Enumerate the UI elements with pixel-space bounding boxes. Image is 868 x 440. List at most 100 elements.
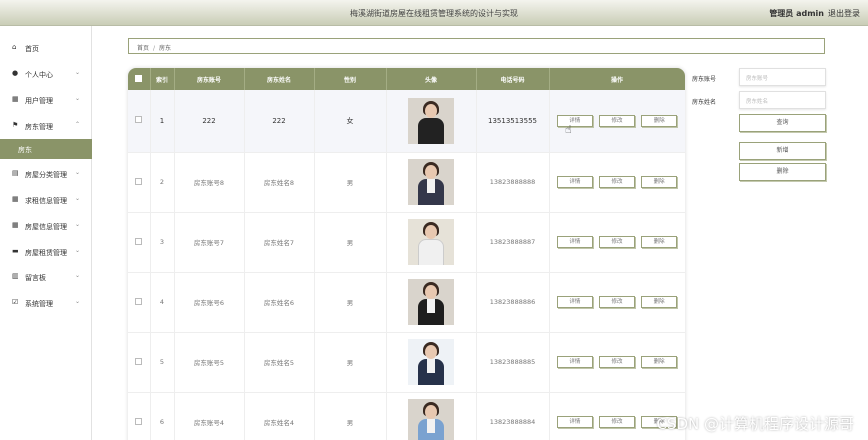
row-index: 5 xyxy=(150,332,175,393)
sidebar-item-landlord-management[interactable]: ⚑ 房东管理 ⌃ xyxy=(0,116,92,136)
query-button[interactable]: 查询 xyxy=(739,114,826,132)
sidebar-item-house-category[interactable]: ▤ 房屋分类管理 ⌄ xyxy=(0,164,92,184)
column-header: 头像 xyxy=(386,68,477,90)
delete-button[interactable]: 删除 xyxy=(641,296,678,308)
sidebar-item-house-info[interactable]: ▦ 房屋信息管理 ⌄ xyxy=(0,216,92,236)
sidebar-item-label: 求租信息管理 xyxy=(25,197,67,205)
table-row: 4 房东账号6 房东姓名6 男 13823888886 详情 修改 删除 xyxy=(128,272,685,333)
sidebar-item-label: 首页 xyxy=(25,45,39,53)
edit-button[interactable]: 修改 xyxy=(599,296,635,308)
sidebar-item-label: 房屋分类管理 xyxy=(25,171,67,179)
clipboard-icon: ▤ xyxy=(12,169,19,177)
avatar xyxy=(408,97,454,144)
table-row: 1 222 222 女 13513513555 详情 修改 删除 xyxy=(128,90,685,153)
detail-button[interactable]: 详情 xyxy=(556,416,593,428)
select-all-header[interactable] xyxy=(128,68,151,90)
delete-button[interactable]: 删除 xyxy=(641,114,678,127)
avatar xyxy=(408,399,454,440)
sidebar-item-user-management[interactable]: ▦ 用户管理 ⌄ xyxy=(0,90,92,110)
row-index: 2 xyxy=(150,152,175,213)
landlord-name: 房东姓名6 xyxy=(244,272,315,333)
column-header: 房东姓名 xyxy=(244,68,315,90)
column-header: 性别 xyxy=(314,68,387,90)
watermark: CSDN @计算机程序设计源哥 xyxy=(656,415,854,433)
sidebar-item-system-management[interactable]: ☑ 系统管理 ⌄ xyxy=(0,293,92,313)
top-header: 梅溪湖街道房屋在线租赁管理系统的设计与实现 管理员 admin 退出登录 xyxy=(0,0,868,26)
sidebar-item-label: 房东管理 xyxy=(25,123,53,131)
row-checkbox[interactable] xyxy=(135,417,143,425)
detail-button[interactable]: 详情 xyxy=(556,114,593,127)
row-checkbox[interactable] xyxy=(135,116,143,124)
add-button[interactable]: 新增 xyxy=(739,142,826,160)
detail-button[interactable]: 详情 xyxy=(556,176,593,188)
chevron-down-icon: ⌄ xyxy=(74,95,80,102)
grid-icon: ▦ xyxy=(12,195,19,203)
chevron-down-icon: ⌄ xyxy=(74,69,80,76)
row-index: 3 xyxy=(150,212,175,273)
delete-button[interactable]: 删除 xyxy=(641,176,678,188)
landlord-name: 房东姓名5 xyxy=(244,332,315,393)
edit-button[interactable]: 修改 xyxy=(599,416,635,428)
chevron-up-icon: ⌃ xyxy=(74,121,80,128)
select-all-checkbox[interactable] xyxy=(135,74,143,82)
batch-delete-button[interactable]: 删除 xyxy=(739,163,826,181)
landlord-phone: 13513513555 xyxy=(476,90,550,153)
delete-button[interactable]: 删除 xyxy=(641,236,678,248)
avatar xyxy=(408,159,454,205)
delete-button[interactable]: 删除 xyxy=(641,356,678,368)
breadcrumb: 首页 / 房东 xyxy=(128,38,825,54)
chevron-down-icon: ⌄ xyxy=(74,247,80,254)
landlord-gender: 男 xyxy=(314,152,387,213)
landlord-name: 房东姓名8 xyxy=(244,152,315,213)
row-checkbox[interactable] xyxy=(135,297,143,305)
avatar xyxy=(408,219,454,265)
landlord-phone: 13823888886 xyxy=(476,272,550,333)
grid-icon: ▦ xyxy=(12,95,19,103)
edit-button[interactable]: 修改 xyxy=(599,236,635,248)
sidebar-item-label: 个人中心 xyxy=(25,71,53,79)
edit-button[interactable]: 修改 xyxy=(599,356,635,368)
edit-button[interactable]: 修改 xyxy=(599,114,635,127)
row-checkbox[interactable] xyxy=(135,237,143,245)
landlord-account: 房东账号4 xyxy=(174,392,245,440)
row-index: 6 xyxy=(150,392,175,440)
sidebar-item-label: 房东 xyxy=(18,146,32,154)
landlord-account: 房东账号8 xyxy=(174,152,245,213)
landlord-gender: 男 xyxy=(314,212,387,273)
name-search-input[interactable]: 房东姓名 xyxy=(739,91,826,109)
landlord-phone: 13823888887 xyxy=(476,212,550,273)
chevron-down-icon: ⌄ xyxy=(74,221,80,228)
row-checkbox[interactable] xyxy=(135,357,143,365)
landlord-gender: 男 xyxy=(314,332,387,393)
edit-button[interactable]: 修改 xyxy=(599,176,635,188)
sidebar-item-home[interactable]: ⌂ 首页 xyxy=(0,38,92,58)
landlord-account: 房东账号6 xyxy=(174,272,245,333)
sidebar-item-message-board[interactable]: ▥ 留言板 ⌄ xyxy=(0,267,92,287)
row-checkbox[interactable] xyxy=(135,177,143,185)
breadcrumb-home[interactable]: 首页 xyxy=(137,45,149,52)
column-header: 索引 xyxy=(150,68,175,90)
sidebar-item-label: 房屋信息管理 xyxy=(25,223,67,231)
sidebar-item-personal-center[interactable]: ● 个人中心 ⌄ xyxy=(0,64,92,84)
sidebar: ⌂ 首页 ● 个人中心 ⌄ ▦ 用户管理 ⌄ ⚑ 房东管理 ⌃ 房东 ▤ 房屋分… xyxy=(0,26,92,440)
landlord-gender: 男 xyxy=(314,272,387,333)
row-index: 4 xyxy=(150,272,175,333)
account-search-label: 房东账号 xyxy=(692,76,717,83)
landlord-account: 房东账号5 xyxy=(174,332,245,393)
sidebar-item-landlord[interactable]: 房东 xyxy=(0,139,92,159)
row-index: 1 xyxy=(150,90,175,153)
column-header: 电话号码 xyxy=(476,68,550,90)
chevron-down-icon: ⌄ xyxy=(74,272,80,279)
column-header: 房东账号 xyxy=(174,68,245,90)
detail-button[interactable]: 详情 xyxy=(556,296,593,308)
account-search-input[interactable]: 房东账号 xyxy=(739,68,826,86)
logout-link[interactable]: 退出登录 xyxy=(828,8,860,19)
detail-button[interactable]: 详情 xyxy=(556,236,593,248)
checkbox-icon: ☑ xyxy=(12,298,19,306)
app-title: 梅溪湖街道房屋在线租赁管理系统的设计与实现 xyxy=(350,9,518,18)
sidebar-item-house-rental[interactable]: ▬ 房屋租赁管理 ⌄ xyxy=(0,242,92,262)
sidebar-item-rent-request[interactable]: ▦ 求租信息管理 ⌄ xyxy=(0,190,92,210)
landlord-account: 222 xyxy=(174,90,245,153)
detail-button[interactable]: 详情 xyxy=(556,356,593,368)
note-icon: ▥ xyxy=(12,272,19,280)
